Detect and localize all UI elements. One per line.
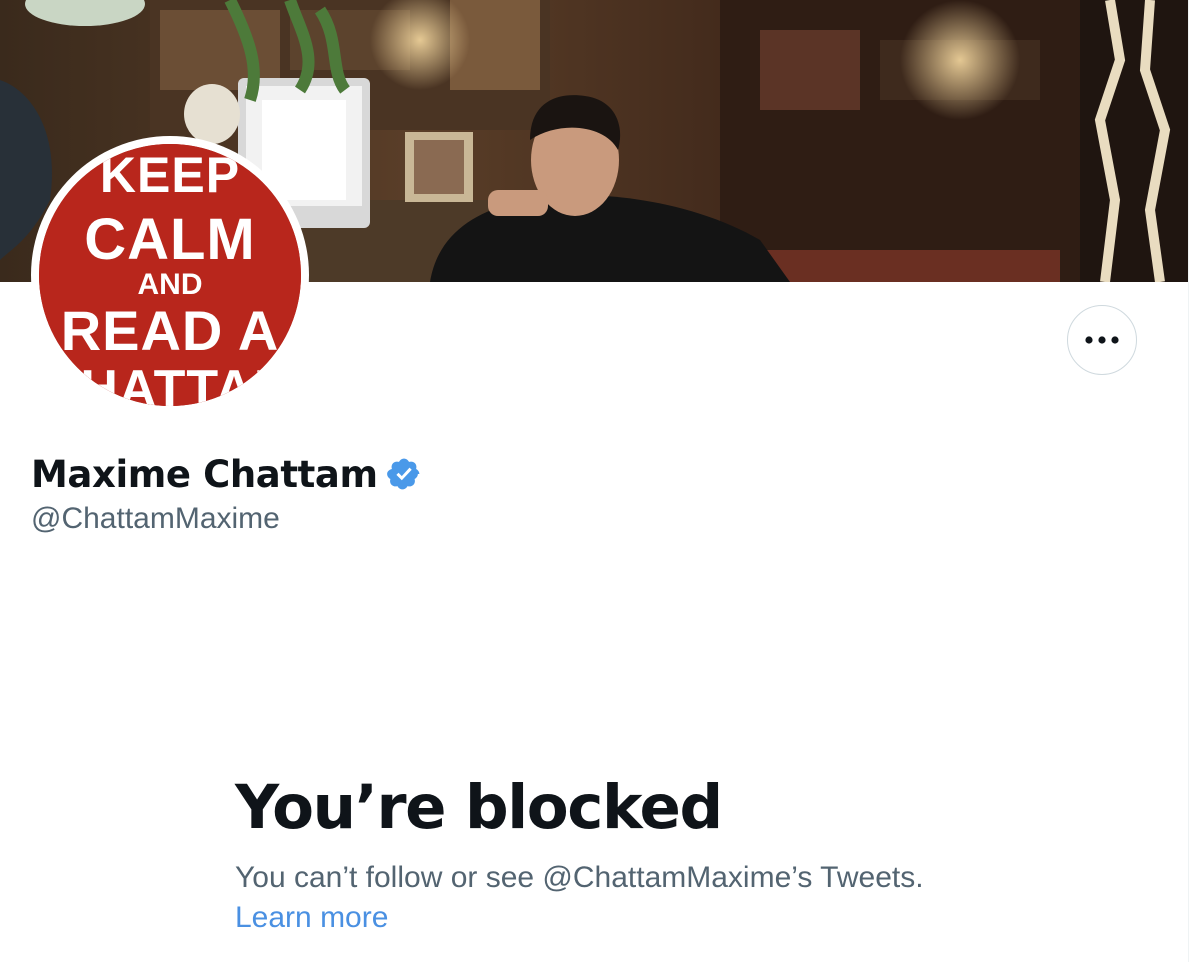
more-horizontal-icon bbox=[1085, 336, 1119, 344]
blocked-title: You’re blocked bbox=[235, 772, 723, 843]
svg-text:KEEP: KEEP bbox=[100, 147, 240, 203]
avatar-keep-calm-image: KEEP CALM AND READ A CHATTAM bbox=[39, 144, 301, 406]
display-name: Maxime Chattam bbox=[31, 452, 378, 496]
more-options-button[interactable] bbox=[1067, 305, 1137, 375]
verified-badge-icon[interactable] bbox=[386, 456, 422, 492]
svg-text:READ A: READ A bbox=[61, 299, 280, 362]
profile-name-row: Maxime Chattam bbox=[31, 448, 422, 500]
svg-text:AND: AND bbox=[138, 268, 203, 301]
page-right-edge bbox=[1188, 0, 1200, 962]
avatar[interactable]: KEEP CALM AND READ A CHATTAM bbox=[39, 144, 301, 406]
blocked-message: You can’t follow or see @ChattamMaxime’s… bbox=[235, 861, 924, 894]
learn-more-link[interactable]: Learn more bbox=[235, 901, 388, 935]
profile-handle: @ChattamMaxime bbox=[31, 502, 280, 535]
svg-text:CHATTAM: CHATTAM bbox=[42, 360, 298, 406]
svg-text:CALM: CALM bbox=[84, 207, 256, 272]
